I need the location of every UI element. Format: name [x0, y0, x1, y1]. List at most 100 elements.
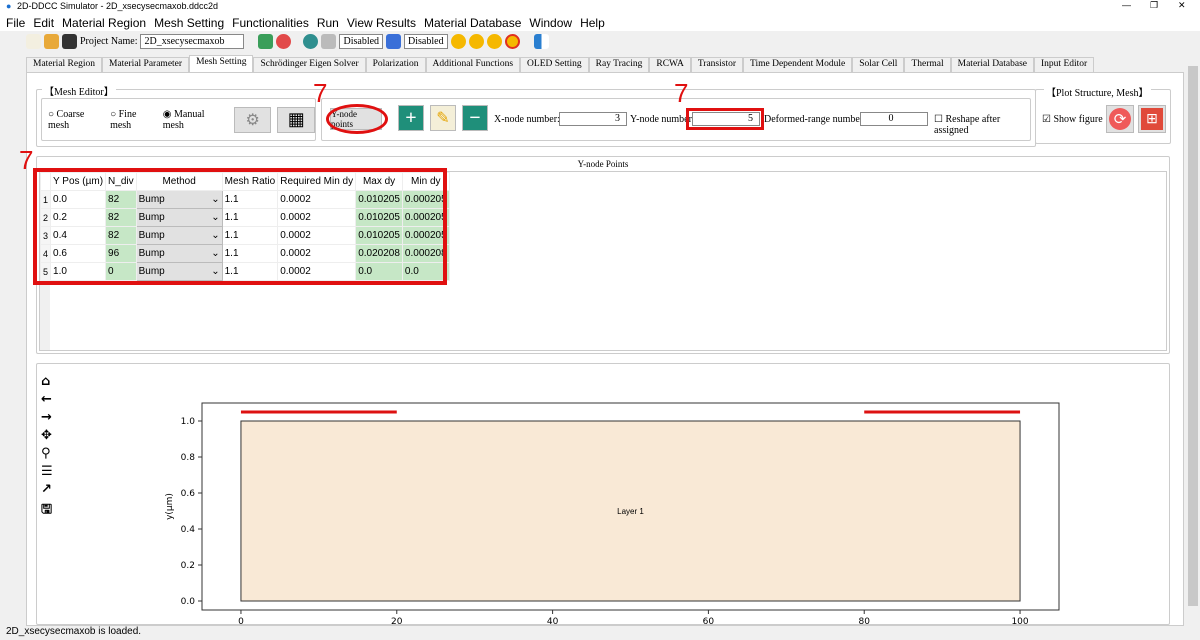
y-tick-label: 0.0	[181, 597, 196, 607]
tab-mesh-setting[interactable]: Mesh Setting	[189, 55, 254, 72]
x-tick-label: 60	[703, 617, 715, 626]
highlight-box	[686, 108, 764, 130]
mesh-grid-button[interactable]: ▦	[277, 106, 316, 133]
gear-mesh-button[interactable]: ⚙	[233, 106, 272, 133]
menu-view-results[interactable]: View Results	[347, 16, 416, 30]
menu-run[interactable]: Run	[317, 16, 339, 30]
radio-label: Manual mesh	[162, 108, 205, 131]
close-button[interactable]: ✕	[1178, 0, 1186, 11]
tab-thermal[interactable]: Thermal	[904, 57, 951, 72]
y-node-label: Y-node number:	[630, 114, 695, 125]
tab-schr-dinger-eigen-solver[interactable]: Schrödinger Eigen Solver	[253, 57, 366, 72]
structure-chart: Layer 1 0 20 40 60 80 100 0.0 0.2 0.4 0.6 0.8 1.0 y(µ…	[165, 402, 1060, 626]
menu-material-region[interactable]: Material Region	[62, 16, 146, 30]
y-tick-label: 0.6	[181, 489, 196, 499]
add-node-button[interactable]: +	[398, 105, 424, 131]
deformed-label: Deformed-range number:	[764, 114, 866, 125]
y-tick-label: 0.2	[181, 561, 195, 571]
refresh-icon: ⟳	[1109, 108, 1131, 130]
menu-material-database[interactable]: Material Database	[424, 16, 521, 30]
mesh-type-group: ○ Coarse mesh ○ Fine mesh ◉ Manual mesh …	[41, 98, 316, 141]
menu-mesh-setting[interactable]: Mesh Setting	[154, 16, 224, 30]
y-tick-label: 0.8	[181, 453, 196, 463]
radio-coarse-mesh[interactable]: ○ Coarse mesh	[48, 109, 104, 131]
highlight-ellipse	[326, 104, 388, 134]
menu-help[interactable]: Help	[580, 16, 605, 30]
list-icon[interactable]	[386, 34, 402, 49]
project-name-input[interactable]: 2D_xsecysecmaxob	[140, 34, 245, 49]
edit-node-button[interactable]: ✎	[430, 105, 456, 131]
tab-bar: Material Region Material Parameter Mesh Se…	[26, 55, 1095, 72]
radio-label: Coarse mesh	[48, 108, 85, 131]
tab-transistor[interactable]: Transistor	[690, 57, 744, 72]
toolbar: Project Name: 2D_xsecysecmaxob Disabled …	[0, 31, 1186, 52]
tab-ray-tracing[interactable]: Ray Tracing	[588, 57, 650, 72]
reload-icon[interactable]	[276, 34, 292, 49]
open-folder-icon[interactable]	[44, 34, 59, 49]
tab-time-dependent-module[interactable]: Time Dependent Module	[743, 57, 853, 72]
x-tick-label: 100	[1011, 617, 1028, 626]
plot-structure-group: 【Plot Structure, Mesh】 ☑ Show figure ⟳ ⊞	[1035, 84, 1171, 144]
grid-icon: ⊞	[1141, 108, 1163, 130]
tab-oled-setting[interactable]: OLED Setting	[520, 57, 589, 72]
settings-icon[interactable]	[303, 34, 319, 49]
run-icon[interactable]	[450, 34, 466, 49]
app-icon: ●	[6, 1, 12, 11]
tab-input-editor[interactable]: Input Editor	[1034, 57, 1095, 72]
menu-bar: File Edit Material Region Mesh Setting Funct…	[0, 14, 1200, 31]
layout-grid-button[interactable]: ⊞	[1138, 105, 1166, 133]
tab-solar-cell[interactable]: Solar Cell	[852, 57, 905, 72]
row-header-filler	[40, 284, 50, 350]
menu-window[interactable]: Window	[529, 16, 572, 30]
run-batch-icon[interactable]	[486, 34, 502, 49]
maximize-button[interactable]: ❐	[1150, 0, 1158, 11]
menu-functionalities[interactable]: Functionalities	[232, 16, 309, 30]
radio-label: Fine mesh	[110, 108, 137, 131]
x-node-input[interactable]: 3	[559, 112, 627, 126]
project-name-label: Project Name:	[80, 36, 138, 47]
save-icon[interactable]	[62, 34, 77, 49]
run-all-icon[interactable]	[468, 34, 484, 49]
region-label: Layer 1	[617, 507, 644, 516]
tab-polarization[interactable]: Polarization	[365, 57, 426, 72]
mesh-setting-panel: 【Mesh Editor】 ○ Coarse mesh ○ Fine mesh …	[26, 72, 1184, 626]
chart-icon[interactable]	[533, 34, 549, 49]
radio-manual-mesh[interactable]: ◉ Manual mesh	[163, 109, 224, 131]
x-tick-label: 40	[547, 617, 559, 626]
tab-material-region[interactable]: Material Region	[26, 57, 102, 72]
window-title: 2D-DDCC Simulator - 2D_xsecysecmaxob.ddc…	[17, 1, 219, 11]
tab-additional-functions[interactable]: Additional Functions	[425, 57, 521, 72]
layers-icon[interactable]	[321, 34, 337, 49]
x-tick-label: 0	[238, 617, 244, 626]
reshape-label: Reshape after assigned	[934, 114, 1001, 136]
tab-material-parameter[interactable]: Material Parameter	[102, 57, 190, 72]
x-tick-label: 80	[859, 617, 871, 626]
tab-rcwa[interactable]: RCWA	[649, 57, 691, 72]
y-axis-label: y(µm)	[165, 493, 175, 520]
disabled-field-1[interactable]: Disabled	[339, 34, 384, 49]
annotation-step-2: 7	[674, 78, 689, 108]
y-tick-label: 1.0	[181, 417, 196, 427]
deformed-input[interactable]: 0	[860, 112, 928, 126]
disabled-field-2[interactable]: Disabled	[404, 34, 448, 49]
remove-node-button[interactable]: −	[462, 105, 488, 131]
scrollbar-thumb[interactable]	[1188, 66, 1198, 606]
annotation-step-3: 7	[19, 145, 34, 175]
show-figure-checkbox[interactable]: ☑ Show figure	[1042, 114, 1103, 125]
refresh-structure-icon[interactable]	[258, 34, 274, 49]
show-figure-label: Show figure	[1053, 114, 1103, 125]
minimize-button[interactable]: —	[1122, 0, 1131, 10]
menu-file[interactable]: File	[6, 16, 25, 30]
tab-material-database[interactable]: Material Database	[950, 57, 1035, 72]
stop-icon[interactable]	[504, 34, 520, 49]
mesh-editor-title: 【Mesh Editor】	[42, 83, 116, 98]
annotation-step-1: 7	[313, 78, 328, 108]
refresh-plot-button[interactable]: ⟳	[1106, 105, 1134, 133]
vertical-scrollbar[interactable]	[1186, 54, 1200, 626]
reshape-checkbox[interactable]: ☐ Reshape after assigned	[934, 114, 1030, 136]
radio-fine-mesh[interactable]: ○ Fine mesh	[110, 109, 157, 131]
menu-edit[interactable]: Edit	[33, 16, 54, 30]
table-highlight-box	[33, 168, 447, 285]
new-file-icon[interactable]	[26, 34, 41, 49]
title-bar: ● 2D-DDCC Simulator - 2D_xsecysecmaxob.d…	[0, 0, 1200, 14]
